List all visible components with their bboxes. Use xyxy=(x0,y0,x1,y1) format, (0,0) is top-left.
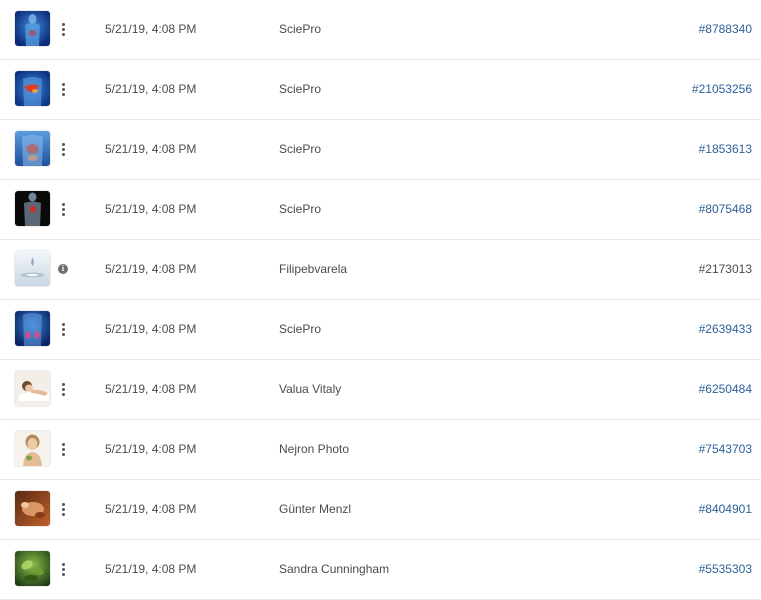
asset-id-link[interactable]: #2639433 xyxy=(699,322,752,336)
date-text: 5/21/19, 4:08 PM xyxy=(105,562,197,576)
asset-id-text: #2173013 xyxy=(698,262,752,276)
thumbnail-massage-treatment[interactable] xyxy=(15,491,50,526)
more-options-icon[interactable] xyxy=(55,198,71,220)
date-text: 5/21/19, 4:08 PM xyxy=(105,202,197,216)
author-name: SciePro xyxy=(279,142,322,156)
thumbnail-anatomy-heart-dark[interactable] xyxy=(15,191,50,226)
more-options-icon[interactable] xyxy=(55,78,71,100)
asset-id-link[interactable]: #1853613 xyxy=(699,142,752,156)
author-name: SciePro xyxy=(279,202,322,216)
more-options-icon[interactable] xyxy=(55,558,71,580)
date-text: 5/21/19, 4:08 PM xyxy=(105,142,197,156)
date-text: 5/21/19, 4:08 PM xyxy=(105,262,197,276)
asset-id-link[interactable]: #8404901 xyxy=(699,502,752,516)
thumbnail-anatomy-liver[interactable] xyxy=(15,71,50,106)
thumbnail-water-drop[interactable] xyxy=(15,251,50,286)
date-text: 5/21/19, 4:08 PM xyxy=(105,322,197,336)
thumbnail-anatomy-body-blue[interactable] xyxy=(15,11,50,46)
list-item[interactable]: 5/21/19, 4:08 PM SciePro #1853613 xyxy=(0,120,761,180)
author-name: Nejron Photo xyxy=(279,442,350,456)
asset-id-link[interactable]: #6250484 xyxy=(699,382,752,396)
asset-id-link[interactable]: #5535303 xyxy=(699,562,752,576)
more-options-icon[interactable] xyxy=(55,498,71,520)
author-name: SciePro xyxy=(279,82,322,96)
more-options-icon[interactable] xyxy=(55,138,71,160)
list-item[interactable]: 5/21/19, 4:08 PM Sandra Cunningham #5535… xyxy=(0,540,761,600)
thumbnail-anatomy-kidneys[interactable] xyxy=(15,311,50,346)
more-options-icon[interactable] xyxy=(55,318,71,340)
asset-id-link[interactable]: #8788340 xyxy=(699,22,752,36)
author-name: Valua Vitaly xyxy=(279,382,342,396)
list-item[interactable]: 5/21/19, 4:08 PM SciePro #2639433 xyxy=(0,300,761,360)
author-name: Günter Menzl xyxy=(279,502,352,516)
date-text: 5/21/19, 4:08 PM xyxy=(105,382,197,396)
thumbnail-anatomy-torso-organs[interactable] xyxy=(15,131,50,166)
asset-id-link[interactable]: #8075468 xyxy=(699,202,752,216)
thumbnail-spa-woman-relaxing[interactable] xyxy=(15,371,50,406)
date-text: 5/21/19, 4:08 PM xyxy=(105,442,197,456)
author-name: Sandra Cunningham xyxy=(279,562,390,576)
asset-id-link[interactable]: #7543703 xyxy=(699,442,752,456)
author-name: Filipebvarela xyxy=(279,262,348,276)
list-item[interactable]: i 5/21/19, 4:08 PM Filipebvarela #217301… xyxy=(0,240,761,300)
more-options-icon[interactable] xyxy=(55,378,71,400)
date-text: 5/21/19, 4:08 PM xyxy=(105,22,197,36)
list-item[interactable]: 5/21/19, 4:08 PM Valua Vitaly #6250484 xyxy=(0,360,761,420)
date-text: 5/21/19, 4:08 PM xyxy=(105,82,197,96)
author-name: SciePro xyxy=(279,322,322,336)
author-name: SciePro xyxy=(279,22,322,36)
thumbnail-green-leaves[interactable] xyxy=(15,551,50,586)
more-options-icon[interactable] xyxy=(55,18,71,40)
list-item[interactable]: 5/21/19, 4:08 PM SciePro #8075468 xyxy=(0,180,761,240)
asset-list: 5/21/19, 4:08 PM SciePro #8788340 5/21/1… xyxy=(0,0,761,600)
list-item[interactable]: 5/21/19, 4:08 PM Günter Menzl #8404901 xyxy=(0,480,761,540)
thumbnail-woman-portrait[interactable] xyxy=(15,431,50,466)
list-item[interactable]: 5/21/19, 4:08 PM Nejron Photo #7543703 xyxy=(0,420,761,480)
asset-id-link[interactable]: #21053256 xyxy=(692,82,752,96)
info-icon[interactable]: i xyxy=(58,264,68,274)
list-item[interactable]: 5/21/19, 4:08 PM SciePro #8788340 xyxy=(0,0,761,60)
list-item[interactable]: 5/21/19, 4:08 PM SciePro #21053256 xyxy=(0,60,761,120)
more-options-icon[interactable] xyxy=(55,438,71,460)
date-text: 5/21/19, 4:08 PM xyxy=(105,502,197,516)
